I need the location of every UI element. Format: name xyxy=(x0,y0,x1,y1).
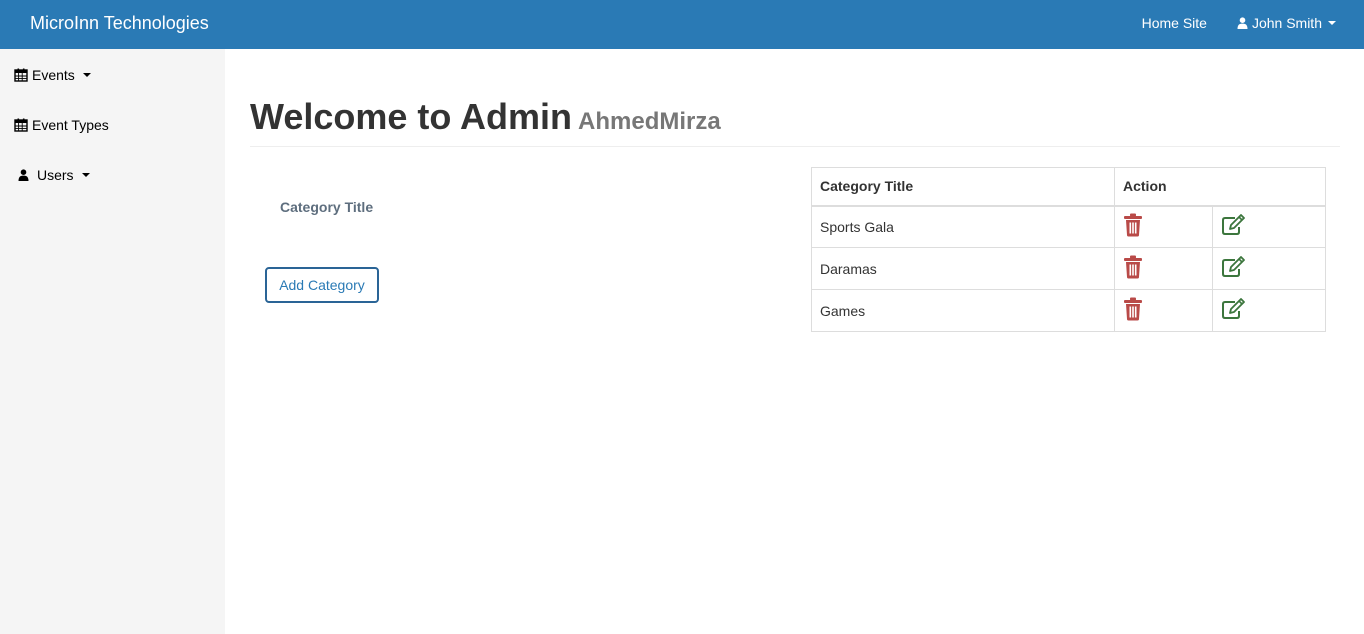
chevron-down-icon xyxy=(81,173,90,177)
edit-icon xyxy=(1222,214,1245,236)
page-title-text: Welcome to Admin xyxy=(250,96,573,137)
delete-cell xyxy=(1114,289,1213,332)
navbar-right: Home Site John Smith xyxy=(1142,15,1336,31)
calendar-icon xyxy=(14,118,28,132)
page-header: Welcome to Admin AhmedMirza xyxy=(250,96,1340,147)
category-title-cell: Games xyxy=(811,289,1115,332)
edit-cell xyxy=(1212,247,1326,290)
column-header-category-title: Category Title xyxy=(811,167,1115,207)
sidebar-item-label: Events xyxy=(32,67,75,83)
sidebar: Events Event Types Users xyxy=(0,49,225,634)
home-site-label: Home Site xyxy=(1141,15,1207,31)
chevron-down-icon xyxy=(1328,21,1336,25)
category-title-label: Category Title xyxy=(280,199,374,215)
category-table: Category Title Action Sports Gala Darama… xyxy=(811,167,1326,332)
sidebar-item-label: Event Types xyxy=(32,117,109,133)
column-header-action: Action xyxy=(1114,167,1326,207)
chevron-down-icon xyxy=(82,73,91,77)
delete-cell xyxy=(1114,247,1213,290)
trash-icon xyxy=(1124,213,1142,237)
user-icon xyxy=(18,169,29,181)
user-name: John Smith xyxy=(1251,15,1322,31)
edit-button[interactable] xyxy=(1221,256,1247,278)
user-icon xyxy=(1237,17,1248,29)
sidebar-item-events[interactable]: Events xyxy=(14,67,91,83)
calendar-icon xyxy=(14,68,28,82)
sidebar-item-event-types[interactable]: Event Types xyxy=(14,117,109,133)
table-row: Daramas xyxy=(811,247,1326,290)
edit-cell xyxy=(1212,289,1326,332)
category-title-cell: Sports Gala xyxy=(811,205,1115,248)
trash-icon xyxy=(1124,255,1142,279)
home-site-link[interactable]: Home Site xyxy=(1142,15,1207,31)
edit-button[interactable] xyxy=(1221,298,1247,320)
table-row: Sports Gala xyxy=(811,205,1326,248)
category-title-cell: Daramas xyxy=(811,247,1115,290)
page-subtitle: AhmedMirza xyxy=(578,108,721,135)
delete-button[interactable] xyxy=(1123,213,1143,237)
top-navbar: MicroInn Technologies Home Site John Smi… xyxy=(0,0,1364,49)
edit-icon xyxy=(1222,256,1245,277)
brand-link[interactable]: MicroInn Technologies xyxy=(30,13,209,34)
table-header-row: Category Title Action xyxy=(811,167,1326,207)
page-title: Welcome to Admin AhmedMirza xyxy=(250,96,721,138)
delete-button[interactable] xyxy=(1123,255,1143,279)
delete-button[interactable] xyxy=(1123,297,1143,321)
sidebar-item-label: Users xyxy=(37,167,74,183)
sidebar-item-users[interactable]: Users xyxy=(18,167,90,183)
trash-icon xyxy=(1124,297,1142,321)
delete-cell xyxy=(1114,205,1213,248)
edit-cell xyxy=(1212,205,1326,248)
edit-button[interactable] xyxy=(1221,214,1247,236)
edit-icon xyxy=(1222,298,1245,319)
add-category-button[interactable]: Add Category xyxy=(265,267,379,303)
user-menu-toggle[interactable]: John Smith xyxy=(1237,15,1336,31)
table-row: Games xyxy=(811,289,1326,332)
